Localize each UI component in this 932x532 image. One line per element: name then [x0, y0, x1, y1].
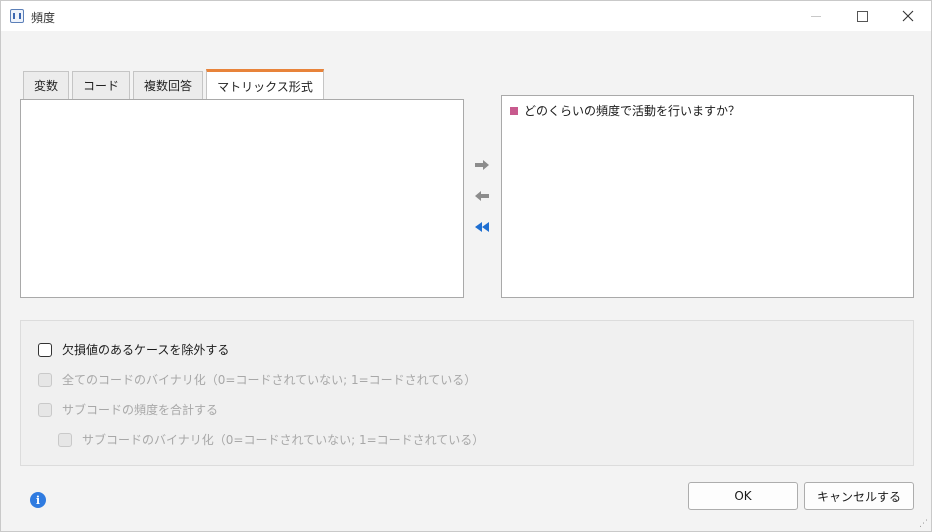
list-item[interactable]: どのくらいの頻度で活動を行いますか？ [510, 102, 740, 119]
options-panel: 欠損値のあるケースを除外する 全てのコードのバイナリ化（0=コードされていない;… [20, 320, 914, 466]
exclude-missing-option[interactable]: 欠損値のあるケースを除外する [38, 341, 229, 358]
remove-all-button[interactable] [471, 218, 493, 236]
title-bar: 頻度 [1, 1, 931, 31]
info-icon[interactable]: i [30, 492, 46, 508]
close-icon [902, 10, 914, 22]
binarize-subcodes-checkbox [58, 432, 72, 447]
sum-subcodes-checkbox [38, 402, 52, 417]
window-title: 頻度 [31, 11, 56, 25]
sum-subcodes-option: サブコードの頻度を合計する [38, 401, 218, 418]
binarize-all-option: 全てのコードのバイナリ化（0=コードされていない; 1=コードされている） [38, 371, 476, 388]
exclude-missing-label: 欠損値のあるケースを除外する [62, 343, 230, 357]
binarize-all-checkbox [38, 372, 52, 387]
available-items-list[interactable] [20, 99, 464, 298]
exclude-missing-checkbox[interactable] [38, 342, 52, 357]
arrow-right-icon [475, 160, 489, 170]
tab-label: コード [82, 79, 119, 93]
cancel-label: キャンセルする [816, 489, 901, 504]
app-icon [10, 9, 24, 23]
tab-multiple-response[interactable]: 複数回答 [133, 71, 203, 99]
dialog-window: 頻度 変数 コード 複数回答 マトリックス形式 どのくらいの頻度で活動を行います… [0, 0, 932, 532]
ok-label: OK [734, 489, 752, 503]
selected-items-list[interactable]: どのくらいの頻度で活動を行いますか？ [501, 95, 914, 298]
binarize-subcodes-option: サブコードのバイナリ化（0=コードされていない; 1=コードされている） [58, 431, 484, 448]
double-chevron-left-icon [475, 222, 489, 232]
close-button[interactable] [885, 1, 931, 31]
binarize-all-label: 全てのコードのバイナリ化（0=コードされていない; 1=コードされている） [62, 373, 477, 387]
tab-matrix-format[interactable]: マトリックス形式 [206, 69, 324, 100]
binarize-subcodes-label: サブコードのバイナリ化（0=コードされていない; 1=コードされている） [82, 433, 485, 447]
list-item-label: どのくらいの頻度で活動を行いますか？ [524, 104, 741, 118]
tab-label: 複数回答 [143, 79, 192, 93]
minimize-button[interactable] [793, 1, 839, 31]
minimize-icon [811, 15, 821, 17]
add-button[interactable] [471, 156, 493, 174]
ok-button[interactable]: OK [688, 482, 798, 510]
sum-subcodes-label: サブコードの頻度を合計する [62, 403, 219, 417]
remove-button[interactable] [471, 187, 493, 205]
tab-label: マトリックス形式 [217, 79, 313, 94]
resize-grip-icon[interactable]: ⋰ [919, 519, 929, 529]
maximize-button[interactable] [839, 1, 885, 31]
tab-label: 変数 [33, 79, 58, 93]
color-square-icon [510, 106, 518, 115]
tab-codes[interactable]: コード [72, 71, 130, 99]
arrow-left-icon [475, 191, 489, 201]
maximize-icon [856, 10, 868, 22]
tab-variables[interactable]: 変数 [23, 71, 69, 99]
cancel-button[interactable]: キャンセルする [804, 482, 914, 510]
